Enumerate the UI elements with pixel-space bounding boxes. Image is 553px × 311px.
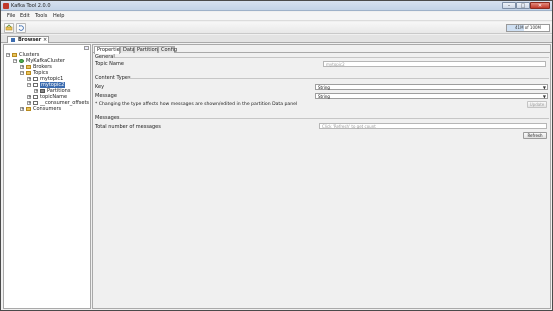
detail-tab-bar: Properties Data Partitions Config [93, 45, 550, 54]
tab-config[interactable]: Config [158, 46, 177, 53]
close-icon: ✕ [537, 3, 543, 9]
tree-label-consumers: Consumers [33, 106, 62, 112]
message-type-value: String [318, 94, 330, 99]
topic-icon [33, 95, 38, 99]
topic-icon [33, 83, 38, 87]
tree-item-consumers[interactable]: + Consumers [20, 106, 90, 112]
chevron-down-icon: ▼ [542, 94, 546, 99]
expand-toggle-icon[interactable]: + [20, 107, 24, 111]
section-title-content-types: Content Types [95, 75, 131, 81]
browser-tab-icon [11, 38, 15, 42]
kafka-app-icon [3, 3, 9, 9]
expand-toggle-icon[interactable]: + [27, 101, 31, 105]
connect-icon [5, 24, 13, 31]
kafka-tool-window: Kafka Tool 2.0.0 – □ ✕ File Edit Tools H… [0, 0, 553, 311]
cluster-icon [19, 59, 24, 63]
topic-detail-panel: Properties Data Partitions Config Genera… [92, 44, 551, 309]
cluster-tree-panel: − Clusters − MyKafkaCluster + Brokers − … [3, 44, 91, 309]
content-type-note: * Changing the type affects how messages… [95, 102, 298, 107]
browser-tab-label: Browser [18, 37, 42, 43]
key-type-value: String [318, 85, 330, 90]
collapse-toggle-icon[interactable]: − [27, 83, 31, 87]
tab-properties[interactable]: Properties [94, 46, 122, 54]
collapse-toggle-icon[interactable]: − [6, 53, 10, 57]
close-button[interactable]: ✕ [530, 2, 550, 9]
section-divider [128, 78, 549, 79]
partitions-icon [40, 89, 45, 93]
connect-button[interactable] [4, 23, 14, 33]
topic-icon [33, 101, 38, 105]
maximize-icon: □ [520, 3, 526, 9]
collapse-all-icon[interactable] [84, 46, 89, 50]
topic-icon [33, 77, 38, 81]
expand-toggle-icon[interactable]: + [27, 77, 31, 81]
refresh-tree-button[interactable] [16, 23, 26, 33]
maximize-button[interactable]: □ [516, 2, 530, 9]
menu-help[interactable]: Help [51, 13, 66, 20]
title-bar: Kafka Tool 2.0.0 – □ ✕ [1, 1, 552, 11]
key-type-select[interactable]: String ▼ [315, 84, 548, 90]
minimize-button[interactable]: – [502, 2, 516, 9]
topic-name-label: Topic Name [95, 61, 124, 67]
section-title-general: General [95, 54, 115, 60]
chevron-down-icon: ▼ [542, 85, 546, 90]
folder-icon [26, 65, 31, 69]
memory-text: 41M of 100M [514, 25, 542, 30]
expand-toggle-icon[interactable]: + [27, 95, 31, 99]
refresh-icon [18, 24, 24, 31]
tab-partitions[interactable]: Partitions [134, 46, 160, 53]
menu-tools[interactable]: Tools [33, 13, 49, 20]
section-divider [115, 57, 549, 58]
menu-edit[interactable]: Edit [18, 13, 32, 20]
section-divider [119, 118, 549, 119]
browser-tab[interactable]: Browser × [7, 36, 49, 43]
tab-data[interactable]: Data [120, 46, 135, 53]
collapse-toggle-icon[interactable]: − [20, 71, 24, 75]
total-messages-label: Total number of messages [95, 124, 161, 130]
folder-icon [12, 53, 17, 57]
message-type-label: Message [95, 93, 117, 99]
menu-bar: File Edit Tools Help [1, 12, 552, 21]
update-button[interactable]: Update [527, 101, 547, 108]
memory-indicator[interactable]: 41M of 100M [506, 24, 550, 32]
browser-tab-close-button[interactable]: × [43, 37, 47, 43]
folder-icon [26, 71, 31, 75]
toolbar: 41M of 100M [1, 22, 552, 34]
window-title: Kafka Tool 2.0.0 [11, 3, 51, 9]
expand-toggle-icon[interactable]: + [34, 89, 38, 93]
total-messages-field[interactable]: Click 'Refresh' to get count [319, 123, 547, 129]
view-tab-strip: Browser × [1, 35, 552, 43]
key-type-label: Key [95, 84, 105, 90]
section-title-messages: Messages [95, 115, 120, 121]
minimize-icon: – [507, 3, 511, 9]
collapse-toggle-icon[interactable]: − [13, 59, 17, 63]
expand-toggle-icon[interactable]: + [20, 65, 24, 69]
message-type-select[interactable]: String ▼ [315, 93, 548, 99]
topic-name-field[interactable]: mytopic2 [323, 61, 546, 67]
refresh-count-button[interactable]: Refresh [523, 132, 547, 139]
folder-icon [26, 107, 31, 111]
menu-file[interactable]: File [5, 13, 17, 20]
